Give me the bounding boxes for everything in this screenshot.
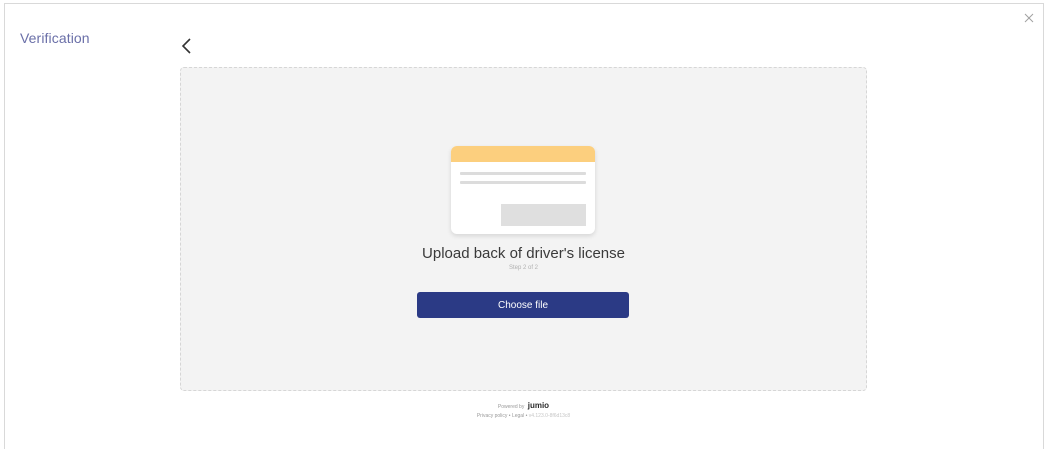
back-button[interactable] <box>175 34 199 58</box>
page-title: Verification <box>20 30 90 46</box>
choose-file-button[interactable]: Choose file <box>417 292 629 318</box>
id-card-back-icon <box>451 146 595 234</box>
legal-link[interactable]: Legal <box>512 413 524 419</box>
privacy-policy-link[interactable]: Privacy policy <box>477 413 508 419</box>
powered-by-label: Powered by <box>497 404 525 410</box>
chevron-left-icon <box>181 38 191 54</box>
upload-heading: Upload back of driver's license <box>422 245 625 262</box>
jumio-logo: jumio <box>527 401 550 410</box>
separator: • <box>508 413 511 419</box>
powered-by: Powered by jumio <box>180 402 867 411</box>
card-barcode-area <box>501 204 586 226</box>
footer: Powered by jumio Privacy policy • Legal … <box>180 402 867 420</box>
version-label: v4.123.0-8f6d13c8 <box>528 413 571 419</box>
card-line <box>460 172 586 175</box>
close-icon <box>1024 13 1034 23</box>
separator: • <box>525 413 528 419</box>
verification-window: Verification Upload back of driver's lic… <box>4 3 1044 449</box>
upload-dropzone[interactable]: Upload back of driver's license Step 2 o… <box>180 67 867 391</box>
step-indicator: Step 2 of 2 <box>508 265 539 271</box>
footer-links: Privacy policy • Legal • v4.123.0-8f6d13… <box>180 413 867 419</box>
card-header-stripe <box>451 146 595 162</box>
close-button[interactable] <box>1021 10 1037 26</box>
card-line <box>460 181 586 184</box>
